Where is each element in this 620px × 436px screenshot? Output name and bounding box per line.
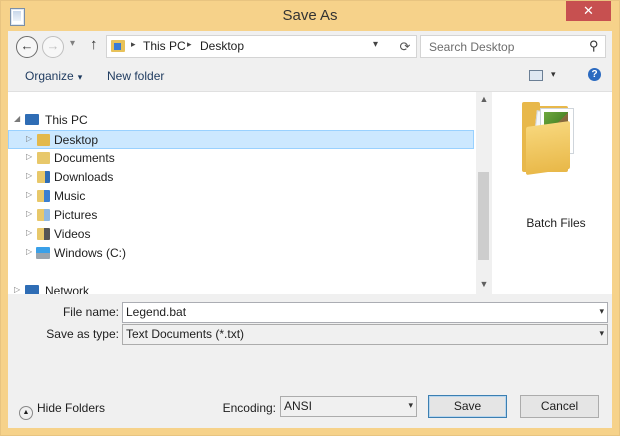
file-item-batch-files[interactable]: Batch Files (506, 216, 606, 230)
chevron-right-icon[interactable]: ▸ (131, 39, 136, 50)
chevron-up-icon: ▲ (19, 406, 33, 420)
browser-area: ◢ This PC ▷ Desktop ▷ Documents ▷ Downlo… (8, 91, 612, 294)
chevron-down-icon[interactable]: ▾ (599, 328, 604, 339)
tree-label: Pictures (54, 208, 98, 222)
address-bar[interactable]: ▸ This PC ▸ Desktop ▾ (106, 35, 396, 58)
breadcrumb-this-pc[interactable]: This PC (143, 39, 186, 53)
file-name-value[interactable]: Legend.bat (126, 305, 186, 319)
address-bar-row: ← → ▾ ↑ ▸ This PC ▸ Desktop ▾ ⟳ ⚲ (8, 31, 612, 61)
file-list: Batch Files (492, 92, 612, 294)
tree-item-network[interactable]: ▷ Network (8, 282, 474, 294)
save-form: File name: Legend.bat ▾ Save as type: Te… (8, 294, 612, 352)
encoding-value: ANSI (284, 399, 313, 413)
up-button[interactable]: ↑ (90, 36, 98, 53)
scroll-down-icon[interactable]: ▼ (476, 279, 492, 289)
chevron-down-icon: ▾ (77, 72, 83, 82)
search-input[interactable] (427, 38, 581, 56)
chevron-down-icon[interactable]: ▾ (599, 306, 604, 317)
view-options-dropdown[interactable]: ▾ (551, 69, 556, 80)
chevron-down-icon[interactable]: ▾ (408, 400, 413, 411)
help-icon[interactable]: ? (588, 68, 601, 81)
tree-label: Downloads (54, 170, 114, 184)
tree-item-pictures[interactable]: ▷ Pictures (8, 206, 474, 225)
tree-label: This PC (45, 113, 88, 127)
this-pc-icon (111, 40, 125, 52)
hide-folders-label: Hide Folders (37, 401, 106, 415)
refresh-button[interactable]: ⟳ (394, 35, 417, 58)
encoding-select[interactable]: ANSI ▾ (280, 396, 417, 417)
documents-folder-icon (37, 152, 50, 164)
forward-button[interactable]: → (42, 36, 64, 58)
expand-arrow-icon[interactable]: ▷ (14, 285, 20, 294)
breadcrumb-desktop[interactable]: Desktop (200, 39, 244, 53)
tree-item-music[interactable]: ▷ Music (8, 187, 474, 206)
folder-icon[interactable] (522, 102, 586, 176)
expand-arrow-icon[interactable]: ▷ (26, 247, 32, 256)
videos-folder-icon (37, 228, 50, 240)
scroll-up-icon[interactable]: ▲ (476, 94, 492, 104)
dialog-footer: ▲ Hide Folders Encoding: ANSI ▾ Save Canc… (8, 352, 612, 428)
drive-icon (36, 247, 50, 259)
pictures-folder-icon (37, 209, 50, 221)
window-title: Save As (282, 7, 338, 24)
tree-label: Music (54, 189, 86, 203)
cancel-button[interactable]: Cancel (520, 395, 599, 418)
chevron-right-icon[interactable]: ▸ (187, 39, 192, 50)
tree-label: Documents (54, 151, 115, 165)
tree-item-documents[interactable]: ▷ Documents (8, 149, 474, 168)
save-as-type-select[interactable]: Text Documents (*.txt) ▾ (122, 324, 608, 345)
computer-icon (25, 114, 39, 125)
expand-arrow-icon[interactable]: ▷ (26, 171, 32, 180)
search-icon[interactable]: ⚲ (589, 38, 599, 54)
search-box[interactable]: ⚲ (420, 35, 606, 58)
expand-arrow-icon[interactable]: ▷ (26, 228, 32, 237)
tree-item-downloads[interactable]: ▷ Downloads (8, 168, 474, 187)
tree-item-desktop[interactable]: ▷ Desktop (8, 130, 474, 149)
chevron-down-icon[interactable]: ▾ (373, 39, 378, 50)
save-as-type-value: Text Documents (*.txt) (126, 327, 245, 341)
title-bar[interactable]: Save As ✕ (1, 1, 619, 31)
expand-arrow-icon[interactable]: ▷ (26, 190, 32, 199)
navigation-scrollbar[interactable]: ▲ ▼ (476, 92, 492, 294)
organize-button[interactable]: Organize ▾ (25, 69, 82, 83)
new-folder-button[interactable]: New folder (107, 69, 164, 83)
tree-label: Videos (54, 227, 91, 241)
tree-label: Desktop (54, 133, 99, 147)
command-bar: Organize ▾ New folder ▾ ? (8, 61, 612, 91)
navigation-pane: ◢ This PC ▷ Desktop ▷ Documents ▷ Downlo… (8, 92, 476, 294)
network-icon (25, 285, 39, 294)
organize-label: Organize (25, 69, 74, 83)
dialog-body: ← → ▾ ↑ ▸ This PC ▸ Desktop ▾ ⟳ ⚲ Organi… (8, 31, 612, 428)
view-icon[interactable] (529, 70, 543, 81)
recent-locations-dropdown[interactable]: ▾ (70, 38, 75, 49)
tree-label: Network (45, 284, 90, 294)
desktop-folder-icon (37, 134, 50, 146)
music-folder-icon (37, 190, 50, 202)
expand-arrow-icon[interactable]: ◢ (14, 114, 20, 123)
expand-arrow-icon[interactable]: ▷ (26, 209, 32, 218)
file-name-label: File name: (62, 305, 119, 319)
close-button[interactable]: ✕ (566, 1, 611, 21)
tree-item-windows-c[interactable]: ▷ Windows (C:) (8, 244, 474, 263)
save-as-type-label: Save as type: (46, 327, 119, 341)
hide-folders-button[interactable]: ▲ Hide Folders (19, 401, 105, 420)
scrollbar-thumb[interactable] (478, 172, 489, 260)
expand-arrow-icon[interactable]: ▷ (26, 152, 32, 161)
tree-item-videos[interactable]: ▷ Videos (8, 225, 474, 244)
encoding-label: Encoding: (222, 401, 276, 415)
file-name-field[interactable]: Legend.bat ▾ (122, 302, 608, 323)
save-button[interactable]: Save (428, 395, 507, 418)
expand-arrow-icon[interactable]: ▷ (26, 134, 32, 143)
tree-label: Windows (C:) (54, 246, 127, 260)
tree-item-this-pc[interactable]: ◢ This PC (8, 111, 474, 130)
downloads-folder-icon (37, 171, 50, 183)
save-as-dialog: Save As ✕ ← → ▾ ↑ ▸ This PC ▸ Desktop ▾ … (0, 0, 620, 436)
back-button[interactable]: ← (16, 36, 38, 58)
